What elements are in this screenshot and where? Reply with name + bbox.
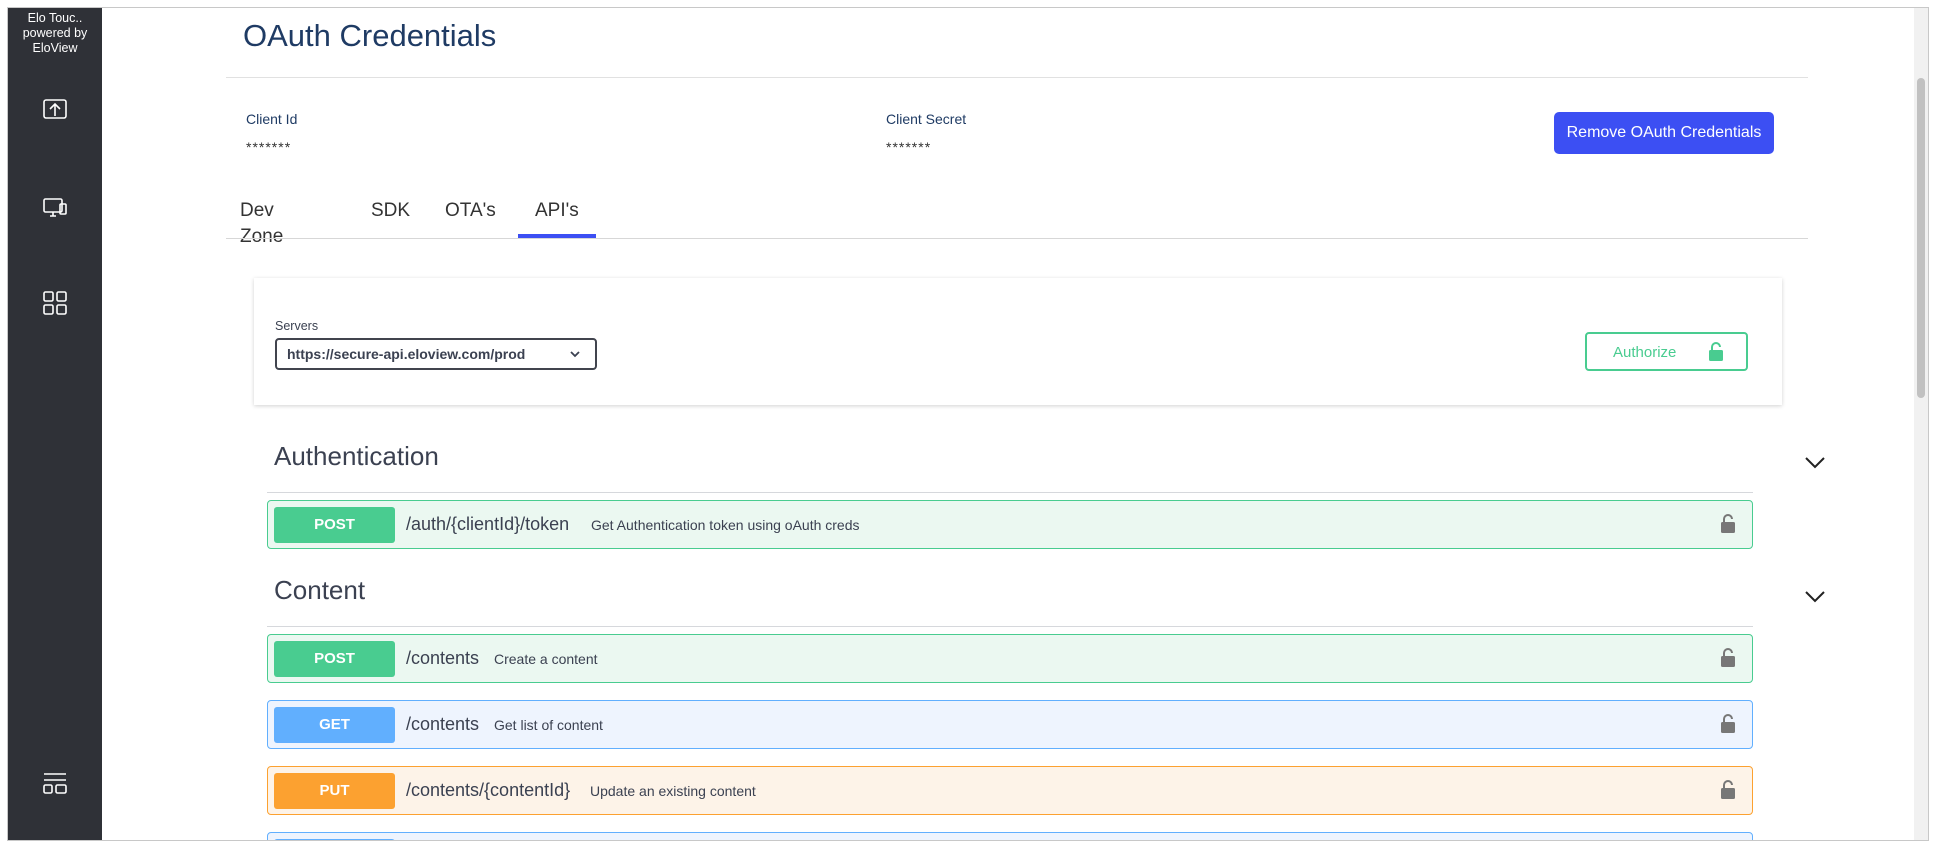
chevron-down-icon[interactable] — [1804, 590, 1826, 604]
section-title-authentication[interactable]: Authentication — [274, 441, 439, 472]
devices-icon[interactable] — [39, 191, 71, 223]
operation-row[interactable]: POST /contents Create a content — [267, 634, 1753, 683]
client-secret-label: Client Secret — [886, 111, 967, 127]
unlock-icon[interactable] — [1720, 714, 1736, 734]
upload-icon[interactable] — [39, 94, 71, 126]
vertical-scrollbar[interactable] — [1914, 8, 1928, 840]
operation-row[interactable]: PUT /contents/{contentId} Update an exis… — [267, 766, 1753, 815]
servers-selected-value: https://secure-api.eloview.com/prod — [287, 346, 526, 362]
brand-powered-by: powered by — [22, 26, 88, 40]
scrollbar-thumb[interactable] — [1917, 78, 1925, 398]
settings-list-icon[interactable] — [39, 767, 71, 799]
servers-label: Servers — [275, 319, 319, 333]
method-badge: PUT — [274, 773, 395, 809]
tab-dev-zone[interactable]: Dev Zone — [223, 198, 300, 247]
section-divider — [267, 492, 1753, 493]
brand-eloview: EloView — [32, 41, 78, 55]
servers-select[interactable]: https://secure-api.eloview.com/prod — [275, 338, 597, 370]
operation-path: /auth/{clientId}/token — [406, 514, 570, 534]
method-badge: POST — [274, 641, 395, 677]
unlock-icon — [1709, 342, 1723, 361]
sidebar: Elo Touc.. powered by EloView — [8, 8, 102, 840]
operation-description: Update an existing content — [590, 783, 756, 799]
operation-row-partial[interactable] — [267, 832, 1753, 840]
client-id-label: Client Id — [246, 111, 298, 127]
section-title-content[interactable]: Content — [274, 575, 365, 606]
apps-grid-icon[interactable] — [39, 287, 71, 319]
operation-path: /contents — [406, 648, 480, 668]
operation-description: Get list of content — [494, 717, 603, 733]
chevron-down-icon[interactable] — [1804, 456, 1826, 470]
operation-path: /contents — [406, 714, 480, 734]
app-window: Elo Touc.. powered by EloView OAuth Cred… — [7, 7, 1929, 841]
servers-panel: Servers https://secure-api.eloview.com/p… — [254, 278, 1782, 405]
remove-oauth-credentials-button[interactable]: Remove OAuth Credentials — [1554, 112, 1774, 154]
authorize-label: Authorize — [1613, 344, 1677, 361]
operation-path: /contents/{contentId} — [406, 780, 571, 800]
main-content: OAuth Credentials Client Id ******* Clie… — [102, 8, 1928, 840]
brand-name: Elo Touc.. — [27, 11, 83, 25]
client-id-value: ******* — [246, 139, 292, 155]
unlock-icon[interactable] — [1720, 514, 1736, 534]
operation-description: Create a content — [494, 651, 598, 667]
tab-sdk[interactable]: SDK — [354, 198, 427, 238]
unlock-icon[interactable] — [1720, 648, 1736, 668]
operation-row[interactable]: GET /contents Get list of content — [267, 700, 1753, 749]
operation-row[interactable]: POST /auth/{clientId}/token Get Authenti… — [267, 500, 1753, 549]
brand: Elo Touc.. powered by EloView — [8, 8, 102, 56]
tab-otas[interactable]: OTA's — [428, 198, 513, 238]
tab-apis[interactable]: API's — [518, 198, 596, 238]
operation-description: Get Authentication token using oAuth cre… — [591, 517, 860, 533]
section-divider — [267, 626, 1753, 627]
page-title: OAuth Credentials — [243, 18, 497, 53]
authorize-button[interactable]: Authorize — [1585, 332, 1748, 371]
unlock-icon[interactable] — [1720, 780, 1736, 800]
divider — [226, 77, 1808, 78]
method-badge: POST — [274, 507, 395, 543]
method-badge: GET — [274, 707, 395, 743]
chevron-down-icon — [570, 351, 580, 358]
client-secret-value: ******* — [886, 139, 932, 155]
tab-divider — [226, 238, 1808, 239]
method-badge — [274, 839, 395, 840]
